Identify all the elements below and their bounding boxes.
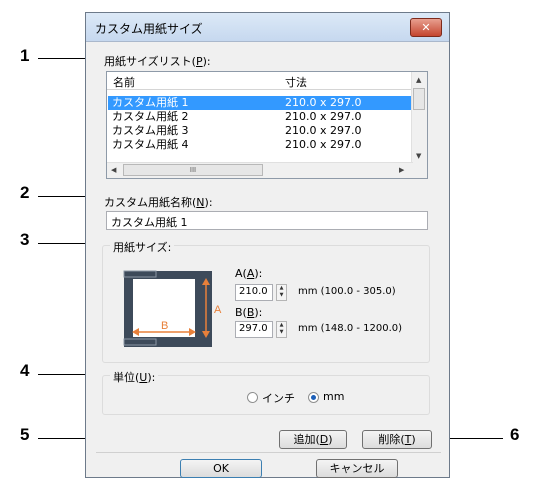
list-item[interactable]: カスタム用紙 4 210.0 x 297.0 [108, 138, 413, 152]
list-header: 名前 寸法 [107, 72, 413, 90]
a-dimension-range: mm (100.0 - 305.0) [298, 286, 396, 297]
a-dimension-spinner[interactable]: ▲ ▼ [276, 284, 287, 301]
a-dimension-label: A(A): [235, 267, 263, 280]
title-bar[interactable]: カスタム用紙サイズ ✕ [86, 13, 449, 42]
scroll-left-icon[interactable]: ◀ [111, 166, 116, 174]
list-item[interactable]: カスタム用紙 2 210.0 x 297.0 [108, 110, 413, 124]
list-item-size: 210.0 x 297.0 [285, 124, 362, 137]
close-button[interactable]: ✕ [410, 18, 442, 37]
a-dimension-input[interactable]: 210.0 [235, 284, 273, 301]
diagram-b-label: B [161, 320, 168, 332]
list-item-size: 210.0 x 297.0 [285, 138, 362, 151]
custom-paper-size-dialog: カスタム用紙サイズ ✕ 用紙サイズリスト(P): 名前 寸法 カスタム用紙 1 … [85, 12, 450, 478]
separator [96, 452, 441, 453]
scroll-right-icon[interactable]: ▶ [399, 166, 404, 174]
horizontal-scroll-thumb[interactable]: III [123, 164, 263, 176]
paper-size-diagram: A B [123, 270, 222, 347]
column-header-name[interactable]: 名前 [113, 74, 135, 90]
unit-label: 単位(U): [110, 369, 159, 385]
vertical-scroll-thumb[interactable] [413, 88, 425, 110]
paper-size-label: 用紙サイズ: [110, 239, 175, 255]
list-item-name: カスタム用紙 2 [112, 110, 189, 123]
column-header-size[interactable]: 寸法 [285, 74, 307, 90]
list-item-size: 210.0 x 297.0 [285, 110, 362, 123]
b-dimension-range: mm (148.0 - 1200.0) [298, 323, 403, 334]
delete-button[interactable]: 削除(T) [362, 430, 432, 449]
paper-size-list[interactable]: 名前 寸法 カスタム用紙 1 210.0 x 297.0 カスタム用紙 2 21… [106, 71, 428, 179]
scroll-down-icon[interactable]: ▼ [416, 152, 421, 160]
callout-number-3: 3 [20, 230, 30, 249]
unit-mm-radio[interactable] [308, 392, 319, 403]
list-item[interactable]: カスタム用紙 3 210.0 x 297.0 [108, 124, 413, 138]
spin-up-icon[interactable]: ▲ [277, 285, 286, 292]
callout-number-6: 6 [510, 425, 520, 444]
scrollbar-corner [412, 163, 427, 178]
spin-down-icon[interactable]: ▼ [277, 329, 286, 336]
spin-down-icon[interactable]: ▼ [277, 292, 286, 299]
unit-inch-radio[interactable] [247, 392, 258, 403]
list-item[interactable]: カスタム用紙 1 210.0 x 297.0 [108, 96, 413, 110]
scroll-up-icon[interactable]: ▲ [416, 76, 421, 84]
ok-button[interactable]: OK [180, 459, 262, 478]
unit-inch-label[interactable]: インチ [262, 390, 295, 406]
cancel-button[interactable]: キャンセル [316, 459, 398, 478]
horizontal-scrollbar[interactable]: ◀ III ▶ [107, 162, 413, 178]
b-dimension-input[interactable]: 297.0 [235, 321, 273, 338]
callout-number-1: 1 [20, 46, 30, 65]
paper-size-list-label: 用紙サイズリスト(P): [104, 55, 211, 68]
list-item-size: 210.0 x 297.0 [285, 96, 362, 109]
unit-mm-label[interactable]: mm [323, 390, 344, 403]
list-item-name: カスタム用紙 4 [112, 138, 189, 151]
b-dimension-label: B(B): [235, 306, 263, 319]
diagram-top-tab [123, 270, 157, 278]
callout-number-4: 4 [20, 361, 30, 380]
custom-name-input[interactable]: カスタム用紙 1 [106, 211, 428, 230]
custom-name-label: カスタム用紙名称(N): [104, 196, 213, 209]
close-icon: ✕ [421, 21, 431, 34]
list-item-name: カスタム用紙 3 [112, 124, 189, 137]
spin-up-icon[interactable]: ▲ [277, 322, 286, 329]
diagram-a-label: A [214, 304, 222, 316]
b-dimension-spinner[interactable]: ▲ ▼ [276, 321, 287, 338]
list-item-name: カスタム用紙 1 [112, 96, 189, 109]
vertical-scrollbar[interactable]: ▲ ▼ [411, 72, 427, 164]
callout-number-2: 2 [20, 183, 30, 202]
callout-number-5: 5 [20, 425, 30, 444]
add-button[interactable]: 追加(D) [279, 430, 347, 449]
dialog-title: カスタム用紙サイズ [95, 22, 203, 36]
diagram-bottom-tab [123, 338, 157, 346]
